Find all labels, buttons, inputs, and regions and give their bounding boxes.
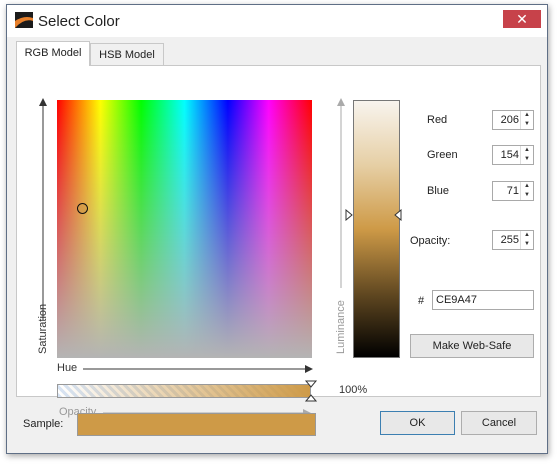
spin-down-icon[interactable]: ▼ — [521, 240, 533, 249]
red-value[interactable]: 206 — [501, 114, 519, 126]
green-spinner[interactable]: 154 ▲ ▼ — [492, 145, 534, 165]
hue-saturation-gradient[interactable] — [57, 100, 312, 358]
hex-input[interactable]: CE9A47 — [432, 290, 534, 310]
luminance-handle-left-icon[interactable] — [345, 209, 353, 221]
red-label: Red — [427, 114, 448, 126]
tab-rgb-model[interactable]: RGB Model — [16, 41, 90, 66]
blue-spinner[interactable]: 71 ▲ ▼ — [492, 181, 534, 201]
opacity-slider-handle-icon[interactable] — [305, 380, 317, 402]
tab-label: HSB Model — [99, 49, 155, 61]
spin-up-icon[interactable]: ▲ — [521, 231, 533, 240]
spin-down-icon[interactable]: ▼ — [521, 191, 533, 200]
red-spinner[interactable]: 206 ▲ ▼ — [492, 110, 534, 130]
make-web-safe-button[interactable]: Make Web-Safe — [410, 334, 534, 358]
luminance-bar[interactable] — [353, 100, 400, 358]
hex-prefix: # — [418, 295, 425, 307]
ok-button[interactable]: OK — [380, 411, 455, 435]
opacity-field-label: Opacity: — [410, 235, 451, 247]
spin-down-icon[interactable]: ▼ — [521, 155, 533, 164]
close-icon: ✕ — [516, 11, 528, 27]
spin-up-icon[interactable]: ▲ — [521, 146, 533, 155]
saturation-label: Saturation — [37, 303, 49, 354]
tab-hsb-model[interactable]: HSB Model — [90, 43, 164, 65]
cancel-button[interactable]: Cancel — [461, 411, 537, 435]
app-icon — [15, 12, 33, 28]
hue-arrow-icon — [83, 365, 313, 373]
opacity-slider[interactable] — [57, 384, 311, 398]
spin-down-icon[interactable]: ▼ — [521, 120, 533, 129]
hue-label: Hue — [57, 362, 78, 374]
sample-swatch — [77, 413, 316, 436]
luminance-arrow-icon — [337, 98, 345, 288]
luminance-label: Luminance — [335, 300, 347, 354]
green-label: Green — [427, 149, 458, 161]
window-title: Select Color — [38, 13, 120, 30]
tab-label: RGB Model — [24, 47, 82, 59]
green-value[interactable]: 154 — [501, 149, 519, 161]
sample-label: Sample: — [23, 418, 64, 430]
close-button[interactable]: ✕ — [503, 10, 541, 28]
dialog-body: RGB Model HSB Model Saturation Hue Opaci… — [7, 37, 547, 453]
opacity-percent: 100% — [339, 384, 368, 396]
rgb-model-panel: Saturation Hue Opacity 100% Luminance Re… — [16, 65, 541, 418]
color-picker-marker[interactable] — [77, 203, 88, 214]
opacity-value[interactable]: 255 — [501, 234, 519, 246]
title-bar: Select Color ✕ — [7, 5, 547, 37]
select-color-dialog: Select Color ✕ RGB Model HSB Model Satur… — [6, 4, 548, 454]
blue-value[interactable]: 71 — [507, 185, 519, 197]
luminance-handle-right-icon[interactable] — [394, 209, 402, 221]
spin-up-icon[interactable]: ▲ — [521, 182, 533, 191]
opacity-spinner[interactable]: 255 ▲ ▼ — [492, 230, 534, 250]
blue-label: Blue — [427, 185, 450, 197]
spin-up-icon[interactable]: ▲ — [521, 111, 533, 120]
